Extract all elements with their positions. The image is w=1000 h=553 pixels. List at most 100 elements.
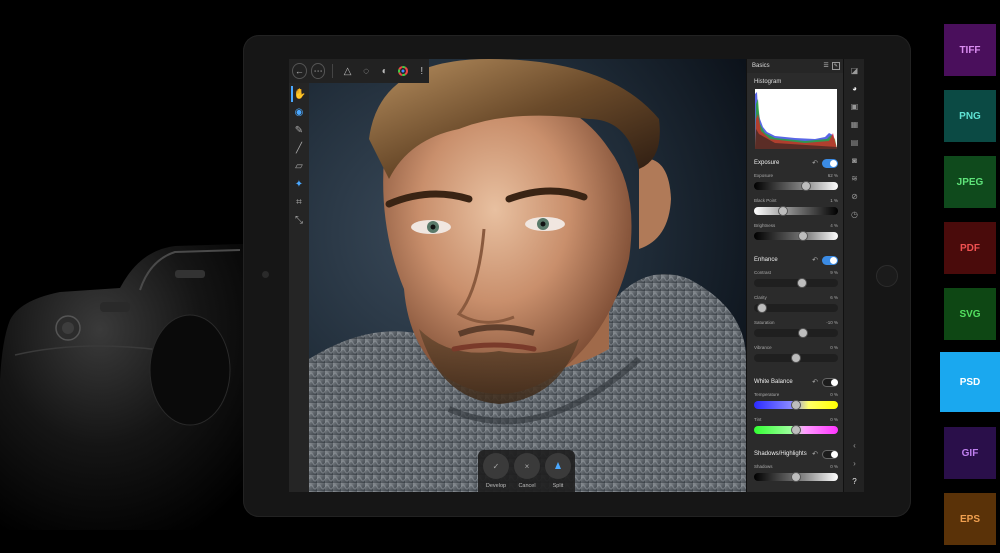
eyedropper-icon[interactable]: ✎ — [291, 122, 307, 138]
cancel-label: Cancel — [518, 483, 536, 489]
back-arrow-icon[interactable]: ← — [292, 63, 307, 79]
chevron-left-icon[interactable]: ‹ — [849, 440, 860, 451]
format-tile-psd[interactable]: PSD — [940, 352, 1000, 412]
format-tile-svg[interactable]: SVG — [944, 288, 996, 340]
clarity-label: Clarity — [754, 295, 767, 300]
basics-panel: Basics ☰ ✎ Histogram Exposure ↶ Exposure… — [746, 59, 843, 492]
black-point-value: 1 % — [830, 198, 838, 203]
format-tile-tiff[interactable]: TIFF — [944, 24, 996, 76]
slider-knob[interactable] — [797, 328, 808, 338]
navigator-studio-icon[interactable]: ⊘ — [849, 191, 860, 202]
format-label: TIFF — [959, 44, 981, 56]
contrast-row: Contrast 9 % — [754, 270, 838, 275]
enhance-section-header: Enhance ↶ — [754, 255, 838, 265]
shadows-highlights-title: Shadows/Highlights — [754, 451, 807, 457]
slider-knob[interactable] — [791, 353, 801, 363]
develop-bar: ✓ Develop × Cancel Split — [478, 450, 575, 492]
saturation-slider[interactable] — [754, 328, 838, 338]
format-tile-pdf[interactable]: PDF — [944, 222, 996, 274]
exposure-toggle[interactable] — [822, 158, 838, 168]
color-wheel-icon[interactable] — [396, 63, 411, 79]
hand-icon[interactable]: ✋ — [291, 86, 307, 102]
tint-value: 0 % — [830, 417, 838, 422]
white-balance-section-header: White Balance ↶ — [754, 377, 838, 387]
temperature-row: Temperature 0 % — [754, 392, 838, 397]
split-view-icon — [545, 453, 571, 479]
reset-icon[interactable]: ↶ — [812, 378, 818, 386]
vibrance-row: Vibrance 0 % — [754, 345, 838, 350]
reset-icon[interactable]: ↶ — [812, 256, 818, 264]
saturation-row: Saturation -10 % — [754, 320, 838, 325]
lasso-icon[interactable]: ◌ — [359, 63, 374, 79]
slider-knob[interactable] — [796, 278, 807, 288]
format-tile-png[interactable]: PNG — [944, 90, 996, 142]
black-point-slider[interactable] — [754, 206, 838, 216]
layers-studio-icon[interactable]: ≋ — [849, 173, 860, 184]
temperature-slider[interactable] — [754, 400, 838, 410]
color-studio-icon[interactable]: ◕ — [849, 83, 860, 94]
temperature-label: Temperature — [754, 392, 780, 397]
panel-tab-basics[interactable]: Basics — [752, 63, 770, 69]
slider-knob[interactable] — [757, 303, 768, 313]
transform-studio-icon[interactable]: ▣ — [849, 101, 860, 112]
brush-icon[interactable]: ╱ — [291, 140, 307, 156]
slider-knob[interactable] — [777, 206, 788, 216]
tint-slider[interactable] — [754, 425, 838, 435]
shadows-highlights-section-header: Shadows/Highlights ↶ — [754, 449, 838, 459]
slider-knob[interactable] — [797, 231, 808, 241]
format-label: PNG — [959, 110, 981, 122]
slider-knob[interactable] — [801, 181, 812, 191]
tone-icon[interactable]: ◐ — [377, 63, 392, 79]
format-label: PDF — [960, 242, 980, 254]
slider-knob[interactable] — [791, 472, 801, 482]
shadows-slider[interactable] — [754, 472, 838, 482]
checkmark-icon: ✓ — [483, 453, 509, 479]
develop-button[interactable]: ✓ Develop — [482, 453, 510, 489]
home-button[interactable] — [876, 265, 898, 287]
mask-icon[interactable]: △ — [340, 63, 355, 79]
eraser-icon[interactable]: ▱ — [291, 158, 307, 174]
help-icon[interactable]: ? — [849, 476, 860, 487]
saturation-label: Saturation — [754, 320, 775, 325]
slider-knob[interactable] — [791, 400, 801, 410]
crop-icon[interactable]: ⌗ — [291, 194, 307, 210]
cancel-button[interactable]: × Cancel — [513, 453, 541, 489]
format-tile-gif[interactable]: GIF — [944, 427, 996, 479]
shadows-highlights-toggle[interactable] — [822, 449, 838, 459]
adjustments-studio-icon[interactable]: ▤ — [849, 137, 860, 148]
chevron-right-icon[interactable]: › — [849, 458, 860, 469]
contrast-slider[interactable] — [754, 278, 838, 288]
exposure-label: Exposure — [754, 173, 774, 178]
clarity-slider[interactable] — [754, 303, 838, 313]
history-studio-icon[interactable]: ◷ — [849, 209, 860, 220]
reset-icon[interactable]: ↶ — [812, 159, 818, 167]
magic-wand-icon[interactable]: ✦ — [291, 176, 307, 192]
camera-studio-icon[interactable]: ◙ — [849, 155, 860, 166]
brush-studio-icon[interactable]: ▦ — [849, 119, 860, 130]
photo-canvas[interactable] — [309, 59, 746, 492]
vibrance-slider[interactable] — [754, 353, 838, 363]
reset-icon[interactable]: ↶ — [812, 450, 818, 458]
format-tile-eps[interactable]: EPS — [944, 493, 996, 545]
sliders-icon[interactable]: ☰ — [823, 62, 828, 70]
camera-illustration — [0, 244, 250, 530]
more-icon[interactable]: ⋯ — [310, 63, 326, 79]
format-tile-jpeg[interactable]: JPEG — [944, 156, 996, 208]
eye-icon[interactable]: ◉ — [291, 104, 307, 120]
pencil-icon[interactable]: ✎ — [831, 62, 840, 70]
vibrance-label: Vibrance — [754, 345, 772, 350]
white-balance-toggle[interactable] — [822, 377, 838, 387]
brightness-slider[interactable] — [754, 231, 838, 241]
info-icon[interactable]: ! — [414, 63, 429, 79]
select-icon[interactable]: ⤡ — [291, 212, 307, 228]
exposure-title: Exposure — [754, 160, 780, 166]
format-label: JPEG — [956, 176, 984, 188]
histogram-studio-icon[interactable]: ◪ — [849, 65, 860, 76]
split-button[interactable]: Split — [544, 453, 572, 489]
contrast-label: Contrast — [754, 270, 772, 275]
exposure-slider[interactable] — [754, 181, 838, 191]
vibrance-value: 0 % — [830, 345, 838, 350]
slider-knob[interactable] — [791, 425, 801, 435]
enhance-toggle[interactable] — [822, 255, 838, 265]
temperature-value: 0 % — [830, 392, 838, 397]
